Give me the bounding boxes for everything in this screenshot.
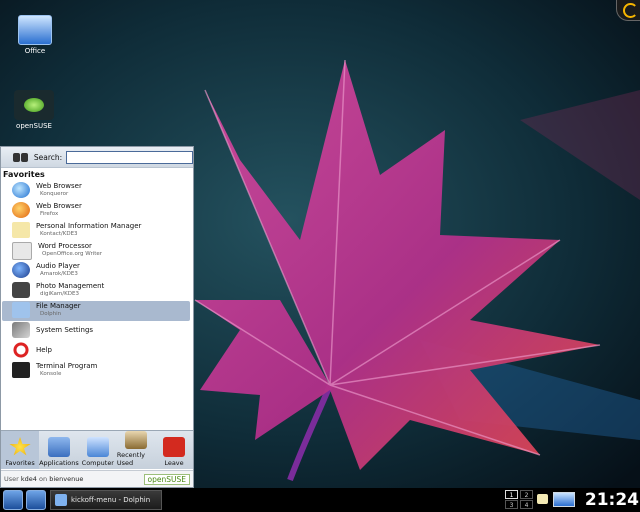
username: kde4: [20, 475, 37, 483]
pager-desktop-3[interactable]: 3: [505, 500, 518, 509]
desktop-icon-office[interactable]: Office: [13, 15, 57, 55]
konqueror-icon: [12, 182, 30, 198]
hostname: bienvenue: [49, 475, 84, 483]
tab-label: Applications: [39, 459, 79, 467]
show-desktop-icon[interactable]: [553, 492, 575, 507]
opensuse-icon: [14, 90, 54, 120]
kickoff-menu: Search: Favorites Web Browser Konqueror W…: [0, 146, 194, 488]
kontact-icon: [12, 222, 30, 238]
item-title: Web Browser: [36, 182, 82, 190]
hourglass-icon: [124, 431, 147, 449]
item-title: System Settings: [36, 326, 94, 334]
favorite-item-digikam[interactable]: Photo Management digiKam/KDE3: [2, 281, 190, 301]
dolphin-icon: [55, 494, 67, 506]
leave-icon: [162, 437, 185, 457]
launcher-button[interactable]: [26, 490, 46, 510]
user-info: User kde4 on bienvenue: [4, 475, 84, 483]
favorite-item-system-settings[interactable]: System Settings: [2, 321, 190, 341]
item-title: Audio Player: [36, 262, 80, 270]
item-title: Photo Management: [36, 282, 105, 290]
item-subtitle: OpenOffice.org Writer: [42, 251, 103, 257]
item-subtitle: Konsole: [40, 371, 62, 377]
help-icon: [12, 342, 30, 358]
pager-desktop-4[interactable]: 4: [520, 500, 533, 509]
writer-icon: [12, 242, 32, 260]
opensuse-logo: openSUSE: [143, 473, 190, 485]
item-title: Personal Information Manager: [36, 222, 142, 230]
favorite-item-kontact[interactable]: Personal Information Manager Kontact/KDE3: [2, 221, 190, 241]
kickoff-tabs: Favorites Applications Computer Recently…: [1, 430, 193, 469]
tab-recently-used[interactable]: Recently Used: [117, 431, 155, 469]
office-folder-icon: [18, 15, 52, 45]
amarok-icon: [12, 262, 30, 278]
task-button-dolphin[interactable]: kickoff-menu - Dolphin: [50, 490, 162, 510]
favorite-item-dolphin[interactable]: File Manager Dolphin: [2, 301, 190, 321]
tab-label: Favorites: [5, 459, 35, 467]
desktop-toolbox[interactable]: [616, 0, 640, 21]
item-subtitle: Kontact/KDE3: [40, 231, 78, 237]
item-title: Terminal Program: [36, 362, 98, 370]
camera-icon: [12, 282, 30, 298]
favorite-item-firefox[interactable]: Web Browser Firefox: [2, 201, 190, 221]
pager-desktop-1[interactable]: 1: [505, 490, 518, 499]
binoculars-icon: [13, 151, 28, 163]
taskbar: kickoff-menu - Dolphin 1 2 3 4 21:24: [0, 488, 640, 512]
folder-icon: [12, 302, 30, 318]
tab-favorites[interactable]: Favorites: [1, 431, 40, 469]
toolbox-icon: [623, 3, 638, 18]
tab-label: Leave: [164, 459, 184, 467]
tab-computer[interactable]: Computer: [79, 431, 117, 469]
item-title: File Manager: [36, 302, 81, 310]
desktop-pager: 1 2 3 4: [505, 490, 534, 509]
item-title: Web Browser: [36, 202, 82, 210]
computer-icon: [86, 437, 109, 457]
star-icon: [9, 437, 31, 456]
pager-desktop-2[interactable]: 2: [520, 490, 533, 499]
favorite-item-help[interactable]: Help: [2, 341, 190, 361]
favorite-item-konsole[interactable]: Terminal Program Konsole: [2, 361, 190, 381]
search-input[interactable]: [66, 150, 193, 164]
item-subtitle: digiKam/KDE3: [40, 291, 79, 297]
klipper-icon[interactable]: [537, 494, 548, 504]
tab-leave[interactable]: Leave: [155, 431, 193, 469]
favorite-item-writer[interactable]: Word Processor OpenOffice.org Writer: [2, 241, 190, 261]
task-label: kickoff-menu - Dolphin: [71, 496, 151, 504]
item-subtitle: Firefox: [40, 211, 59, 217]
terminal-icon: [12, 362, 30, 378]
tab-label: Recently Used: [116, 451, 145, 467]
item-subtitle: Amarok/KDE3: [40, 271, 78, 277]
applications-icon: [47, 437, 70, 457]
settings-icon: [12, 322, 30, 338]
favorites-heading: Favorites: [3, 170, 45, 179]
item-subtitle: Dolphin: [40, 311, 62, 317]
item-title: Help: [36, 346, 52, 354]
tab-label: Computer: [81, 459, 114, 467]
favorite-item-konqueror[interactable]: Web Browser Konqueror: [2, 181, 190, 201]
item-subtitle: Konqueror: [40, 191, 69, 197]
search-label: Search:: [33, 152, 63, 162]
kickoff-footer: User kde4 on bienvenue openSUSE: [1, 470, 193, 487]
desktop-icon-opensuse[interactable]: openSUSE: [12, 90, 56, 130]
kickoff-launcher-button[interactable]: [3, 490, 23, 510]
search-bar: Search:: [1, 147, 193, 168]
firefox-icon: [12, 202, 30, 218]
desktop-icon-label: Office: [24, 47, 46, 55]
clock[interactable]: 21:24: [579, 491, 639, 509]
item-title: Word Processor: [38, 242, 92, 250]
desktop-icon-label: openSUSE: [16, 122, 52, 130]
favorite-item-amarok[interactable]: Audio Player Amarok/KDE3: [2, 261, 190, 281]
tab-applications[interactable]: Applications: [39, 431, 79, 469]
